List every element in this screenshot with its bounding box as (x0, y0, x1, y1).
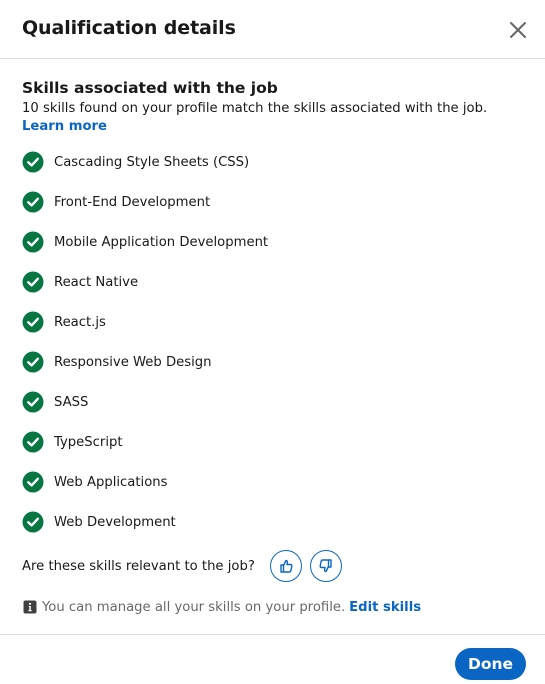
close-button[interactable] (504, 16, 532, 44)
thumbs-up-icon (280, 559, 293, 573)
dialog-footer: Done (0, 634, 545, 684)
skill-item: Mobile Application Development (22, 222, 502, 262)
check-circle-icon (22, 351, 44, 373)
check-circle-icon (22, 311, 44, 333)
thumbs-down-button[interactable] (309, 550, 342, 582)
skill-item: Front-End Development (22, 182, 502, 222)
skill-item: React Native (22, 262, 502, 302)
learn-more-link[interactable]: Learn more (22, 119, 107, 134)
skill-label: Mobile Application Development (54, 234, 269, 250)
skill-label: Cascading Style Sheets (CSS) (54, 154, 250, 170)
skill-label: TypeScript (54, 434, 123, 450)
dialog-title: Qualification details (22, 17, 236, 39)
close-icon (510, 22, 526, 38)
skill-label: Web Applications (54, 474, 168, 490)
skills-list: Cascading Style Sheets (CSS) Front-End De… (22, 142, 502, 542)
skills-section-header: Skills associated with the job 10 skills… (22, 78, 522, 136)
skill-item: SASS (22, 382, 502, 422)
section-title: Skills associated with the job (22, 79, 278, 97)
check-circle-icon (22, 151, 44, 173)
section-subtitle: 10 skills found on your profile match th… (22, 100, 522, 136)
check-circle-icon (22, 191, 44, 213)
check-circle-icon (22, 511, 44, 533)
skill-label: Responsive Web Design (54, 354, 212, 370)
info-icon (23, 600, 37, 614)
skill-item: Web Development (22, 502, 502, 542)
skill-label: React.js (54, 314, 106, 330)
skill-item: Cascading Style Sheets (CSS) (22, 142, 502, 182)
done-button[interactable]: Done (455, 648, 526, 680)
skill-item: Responsive Web Design (22, 342, 502, 382)
edit-skills-link[interactable]: Edit skills (349, 600, 421, 615)
thumbs-down-icon (319, 559, 332, 573)
skill-item: React.js (22, 302, 502, 342)
dialog-header: Qualification details (0, 0, 545, 59)
check-circle-icon (22, 471, 44, 493)
manage-skills-note: You can manage all your skills on your p… (22, 599, 421, 615)
manage-skills-text: You can manage all your skills on your p… (42, 599, 346, 615)
relevance-feedback: Are these skills relevant to the job? (22, 550, 350, 582)
skill-label: Front-End Development (54, 194, 211, 210)
check-circle-icon (22, 431, 44, 453)
check-circle-icon (22, 231, 44, 253)
check-circle-icon (22, 271, 44, 293)
skill-label: SASS (54, 394, 89, 410)
skill-label: React Native (54, 274, 139, 290)
skill-item: Web Applications (22, 462, 502, 502)
skill-label: Web Development (54, 514, 176, 530)
skill-item: TypeScript (22, 422, 502, 462)
section-subtitle-text: 10 skills found on your profile match th… (22, 101, 488, 116)
relevance-question: Are these skills relevant to the job? (22, 558, 255, 574)
thumbs-up-button[interactable] (269, 550, 302, 582)
check-circle-icon (22, 391, 44, 413)
